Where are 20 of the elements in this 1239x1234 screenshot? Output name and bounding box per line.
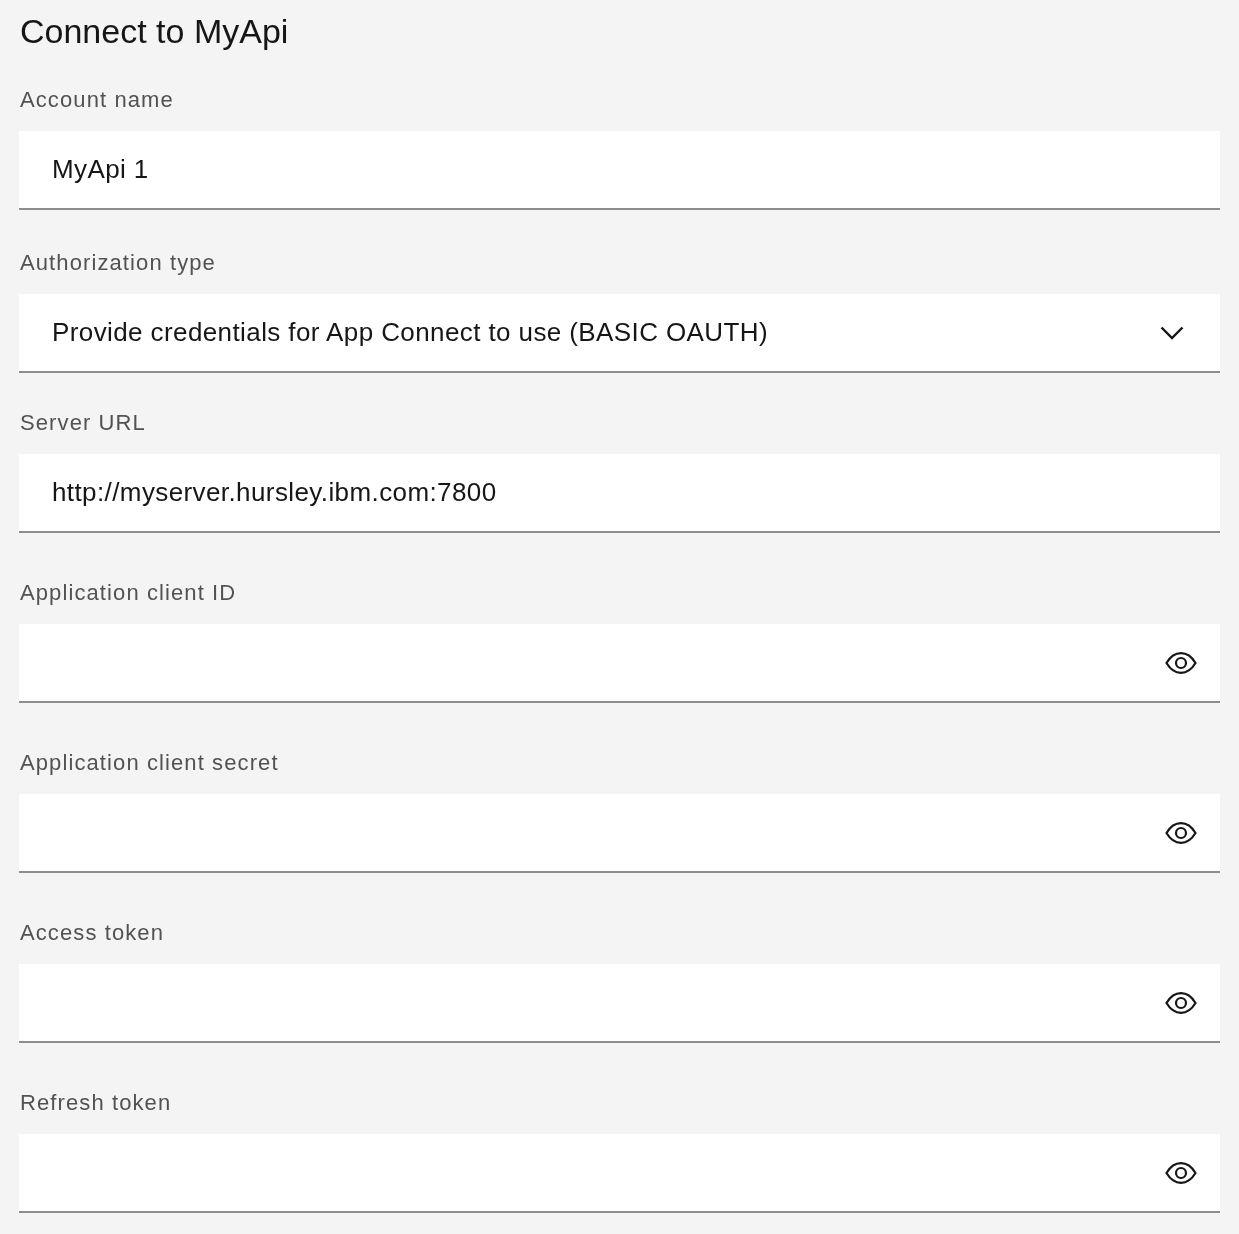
dropdown[interactable]: Provide credentials for App Connect to use (BASIC OAUTH): [19, 294, 1220, 373]
field-label: Application client ID: [20, 579, 237, 607]
field-label: Access token: [20, 919, 165, 947]
password-field[interactable]: [19, 964, 1220, 1043]
field-label: Refresh token: [20, 1089, 172, 1117]
password-field[interactable]: [19, 794, 1220, 873]
eye-icon[interactable]: [1165, 1161, 1197, 1184]
eye-icon[interactable]: [1165, 991, 1197, 1014]
text-field[interactable]: http://myserver.hursley.ibm.com:7800: [19, 454, 1220, 533]
field-label: Application client secret: [20, 749, 279, 777]
page-title: Connect to MyApi: [20, 11, 289, 52]
password-field[interactable]: [19, 1134, 1220, 1213]
field-label: Authorization type: [20, 249, 216, 277]
eye-icon[interactable]: [1165, 651, 1197, 674]
field-label: Account name: [20, 86, 174, 114]
eye-icon[interactable]: [1165, 821, 1197, 844]
field-label: Server URL: [20, 409, 146, 437]
chevron-down-icon: [1160, 325, 1184, 340]
password-field[interactable]: [19, 624, 1220, 703]
text-field[interactable]: MyApi 1: [19, 131, 1220, 210]
